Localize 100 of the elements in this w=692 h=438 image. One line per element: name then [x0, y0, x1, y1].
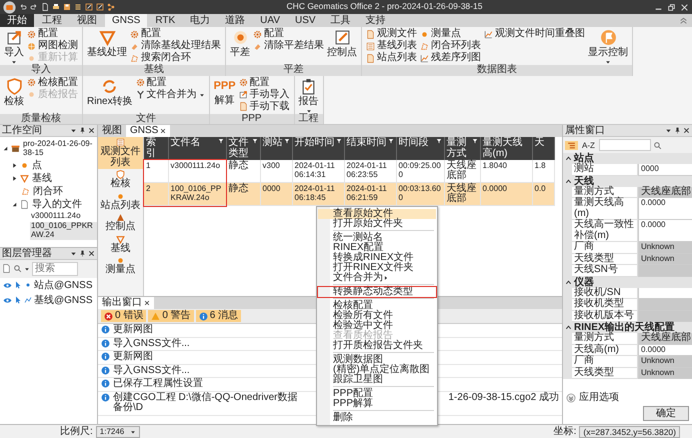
- caret-icon[interactable]: [70, 127, 77, 134]
- tree-item[interactable]: 点: [31, 160, 43, 171]
- category-header[interactable]: 站点: [563, 153, 692, 164]
- search-field[interactable]: [598, 139, 651, 151]
- edit-icon[interactable]: [96, 3, 104, 11]
- menu-item[interactable]: PPP配置: [318, 388, 436, 398]
- ribbon-button[interactable]: Rinex转换: [87, 76, 133, 106]
- filter-button[interactable]: 0 错误: [101, 310, 146, 322]
- layer-name[interactable]: 站点@GNSS: [34, 280, 92, 291]
- menu-tab[interactable]: 开始: [0, 14, 34, 27]
- pin-icon[interactable]: [79, 127, 86, 134]
- document-icon[interactable]: [2, 264, 11, 274]
- save-icon[interactable]: [63, 3, 71, 11]
- column-header[interactable]: 量测方式: [444, 137, 480, 160]
- ribbon-button[interactable]: 配置: [253, 28, 324, 40]
- tree-item[interactable]: 100_0106_PPKRAW.24: [30, 222, 97, 240]
- undo-icon[interactable]: [19, 3, 27, 11]
- menu-tab[interactable]: RTK: [148, 14, 182, 27]
- ribbon-button[interactable]: 配置: [136, 76, 205, 88]
- expand-arrow-icon[interactable]: [11, 174, 18, 182]
- ribbon-button[interactable]: 测量点: [420, 28, 481, 40]
- property-value[interactable]: 天线座底部: [638, 186, 692, 198]
- menu-tab[interactable]: 工程: [35, 14, 69, 27]
- tree-item[interactable]: v3000111.24o: [30, 212, 82, 220]
- ribbon-button[interactable]: 文件合并为: [136, 88, 205, 100]
- caret-icon[interactable]: [665, 127, 672, 134]
- column-header[interactable]: 开始时间: [292, 137, 344, 160]
- document-tab[interactable]: 视图: [98, 125, 126, 137]
- ribbon-button[interactable]: 基线列表: [366, 40, 417, 52]
- menu-item[interactable]: 检验选中文件: [318, 320, 436, 330]
- column-header[interactable]: 文件类型: [226, 137, 260, 160]
- search-icon[interactable]: [13, 264, 22, 274]
- menu-item[interactable]: RINEX配置: [318, 242, 436, 252]
- edit-icon[interactable]: [85, 3, 93, 11]
- property-value[interactable]: Unknown: [638, 242, 692, 254]
- printer-icon[interactable]: [52, 3, 60, 11]
- ribbon-button[interactable]: 报告: [298, 76, 319, 114]
- column-header[interactable]: 测站: [260, 137, 292, 160]
- nav-item[interactable]: 观测文件列表: [98, 137, 143, 169]
- chevron-icon[interactable]: [565, 324, 572, 331]
- column-header[interactable]: 结束时间: [344, 137, 396, 160]
- nav-item[interactable]: 控制点: [98, 212, 143, 234]
- layer-name[interactable]: 基线@GNSS: [34, 294, 92, 306]
- close-icon[interactable]: [683, 127, 690, 134]
- menu-tab[interactable]: 视图: [70, 14, 104, 27]
- ribbon-button[interactable]: 显示控制: [588, 28, 628, 65]
- search-field[interactable]: 搜索: [32, 262, 78, 276]
- ribbon-button[interactable]: 网图检测: [27, 40, 78, 52]
- ribbon-button[interactable]: 闭合环列表: [420, 40, 481, 52]
- ribbon-button[interactable]: 检核: [4, 76, 24, 106]
- caret-icon[interactable]: [24, 266, 30, 272]
- ribbon-button[interactable]: 搜索闭合环: [130, 52, 221, 64]
- column-header[interactable]: 文件名: [168, 137, 226, 160]
- menu-item[interactable]: 观测数据图: [318, 354, 436, 364]
- sort-button[interactable]: A-Z: [580, 140, 597, 150]
- ribbon-button[interactable]: 配置: [130, 28, 221, 40]
- chevron-icon[interactable]: [565, 278, 572, 286]
- ribbon-button[interactable]: 手动导入: [238, 88, 290, 100]
- table-row[interactable]: 2 100_0106_PPKRAW.24o 静态 0000 2024-01-11 06:18:45 2024-01-11 06:21:59 00:03:13.600 天线座底部 0.0000 0.0: [144, 182, 554, 206]
- close-icon[interactable]: [144, 300, 150, 306]
- column-header[interactable]: 量测天线高(m): [480, 137, 532, 160]
- expand-arrow-icon[interactable]: [11, 162, 18, 169]
- property-value[interactable]: 0.0000: [638, 344, 692, 356]
- ribbon-button[interactable]: 配置: [238, 76, 290, 88]
- ribbon-button[interactable]: 观测文件: [366, 28, 417, 40]
- filter-button[interactable]: 6 消息: [196, 310, 242, 322]
- category-header[interactable]: 仪器: [563, 276, 692, 288]
- tree-item[interactable]: pro-2024-01-26-09-38-15: [22, 140, 97, 158]
- menu-tab[interactable]: UAV: [253, 14, 287, 27]
- collapse-arrow-icon[interactable]: [11, 200, 18, 208]
- ribbon-button[interactable]: 基线处理: [87, 28, 127, 58]
- close-icon[interactable]: [88, 250, 95, 257]
- category-header[interactable]: RINEX输出的天线配置: [563, 322, 692, 333]
- pin-icon[interactable]: [674, 127, 681, 134]
- ribbon-button[interactable]: 配置: [27, 28, 78, 40]
- tree-item[interactable]: 基线: [31, 172, 53, 184]
- tree-item[interactable]: 导入的文件: [31, 198, 83, 210]
- menu-tab[interactable]: 支持: [358, 14, 393, 27]
- menu-item[interactable]: 删除: [318, 412, 436, 422]
- eye-icon[interactable]: [3, 280, 12, 290]
- document-tab[interactable]: GNSS: [126, 125, 170, 137]
- chevron-icon[interactable]: [565, 155, 572, 162]
- menu-item[interactable]: 跟踪卫星图: [318, 374, 436, 384]
- menu-tab[interactable]: 电力: [183, 14, 218, 27]
- panel-tab[interactable]: 输出窗口: [98, 297, 154, 309]
- property-value[interactable]: 0.0000: [638, 220, 692, 242]
- menu-item[interactable]: 转换成RINEX文件: [318, 252, 436, 262]
- restore-icon[interactable]: [667, 2, 676, 12]
- nav-item[interactable]: 基线: [98, 234, 143, 255]
- property-value[interactable]: 天线座底部: [638, 333, 692, 344]
- menu-tab[interactable]: GNSS: [105, 14, 148, 27]
- menu-item[interactable]: 文件合并为: [318, 272, 436, 282]
- tree-item[interactable]: 闭合环: [32, 186, 64, 197]
- collapse-arrow-icon[interactable]: [2, 145, 9, 152]
- column-header[interactable]: 索引: [144, 137, 168, 160]
- menu-item[interactable]: (精密)单点定位离散图: [318, 364, 436, 374]
- menu-tab[interactable]: 道路: [218, 14, 252, 27]
- menu-item[interactable]: 打开RINEX文件夹: [318, 262, 436, 272]
- nav-item[interactable]: 测量点: [98, 255, 143, 276]
- ribbon-button[interactable]: 观测文件时间重叠图: [484, 28, 585, 40]
